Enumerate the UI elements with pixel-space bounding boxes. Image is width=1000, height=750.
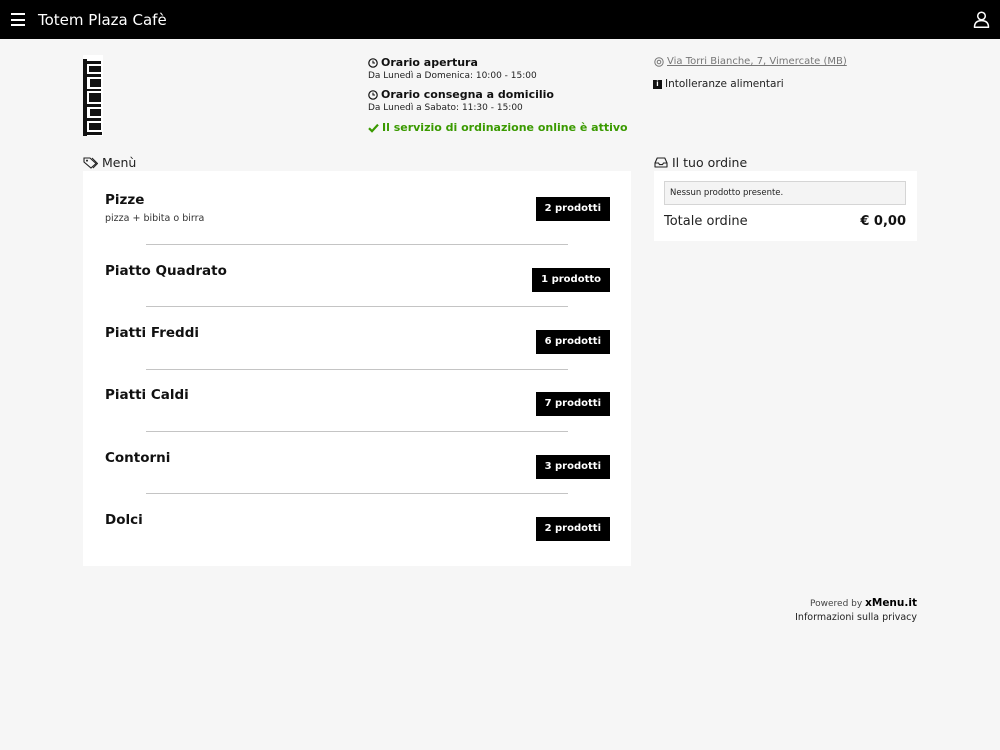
address: Via Torri Bianche, 7, Vimercate (MB) bbox=[654, 56, 847, 67]
powered-by: Powered by xMenu.it bbox=[810, 597, 917, 609]
opening-hours-text: Da Lunedì a Domenica: 10:00 - 15:00 bbox=[368, 71, 537, 81]
user-icon[interactable] bbox=[973, 11, 990, 28]
checkmark-icon bbox=[368, 123, 379, 133]
info-icon: i bbox=[653, 79, 662, 89]
divider bbox=[146, 431, 568, 432]
allergens-label: Intolleranze alimentari bbox=[665, 78, 784, 90]
online-status-text: Il servizio di ordinazione online è atti… bbox=[382, 121, 628, 134]
divider bbox=[146, 493, 568, 494]
menu-category-piatti-freddi[interactable]: Piatti Freddi 6 prodotti bbox=[105, 325, 610, 365]
order-heading-label: Il tuo ordine bbox=[672, 155, 748, 170]
app-title: Totem Plaza Cafè bbox=[38, 11, 167, 29]
order-total-value: € 0,00 bbox=[860, 214, 906, 229]
product-count-badge[interactable]: 1 prodotto bbox=[532, 268, 610, 292]
menu-category-piatti-caldi[interactable]: Piatti Caldi 7 prodotti bbox=[105, 387, 610, 427]
empty-order-message: Nessun prodotto presente. bbox=[664, 181, 906, 205]
category-name: Piatto Quadrato bbox=[105, 263, 227, 279]
menu-category-dolci[interactable]: Dolci 2 prodotti bbox=[105, 512, 610, 552]
category-name: Contorni bbox=[105, 450, 171, 466]
tag-icon bbox=[83, 156, 98, 169]
category-description: pizza + bibita o birra bbox=[105, 213, 205, 224]
delivery-hours-text: Da Lunedì a Sabato: 11:30 - 15:00 bbox=[368, 103, 523, 113]
menu-category-contorni[interactable]: Contorni 3 prodotti bbox=[105, 450, 610, 490]
divider bbox=[146, 306, 568, 307]
category-name: Dolci bbox=[105, 512, 143, 528]
product-count-badge[interactable]: 2 prodotti bbox=[535, 517, 610, 541]
opening-hours-label: Orario apertura bbox=[381, 56, 478, 69]
clock-icon bbox=[368, 57, 378, 68]
divider bbox=[146, 244, 568, 245]
menu-panel: Pizze pizza + bibita o birra 2 prodotti … bbox=[83, 171, 631, 566]
order-total-label: Totale ordine bbox=[664, 214, 748, 229]
clock-icon bbox=[368, 89, 378, 100]
product-count-badge[interactable]: 3 prodotti bbox=[535, 455, 610, 479]
location-icon bbox=[654, 56, 664, 67]
inbox-icon bbox=[654, 157, 668, 168]
powered-by-label: Powered by bbox=[810, 599, 863, 609]
online-status: Il servizio di ordinazione online è atti… bbox=[368, 121, 628, 134]
product-count-badge[interactable]: 2 prodotti bbox=[535, 197, 610, 221]
menu-category-piatto-quadrato[interactable]: Piatto Quadrato 1 prodotto bbox=[105, 263, 610, 303]
menu-category-pizze[interactable]: Pizze pizza + bibita o birra 2 prodotti bbox=[105, 192, 610, 232]
opening-hours-title: Orario apertura bbox=[368, 56, 478, 69]
top-bar: Totem Plaza Cafè bbox=[0, 0, 1000, 39]
delivery-hours-label: Orario consegna a domicilio bbox=[381, 88, 554, 101]
product-count-badge[interactable]: 7 prodotti bbox=[535, 392, 610, 416]
order-heading: Il tuo ordine bbox=[654, 155, 747, 170]
address-link[interactable]: Via Torri Bianche, 7, Vimercate (MB) bbox=[667, 56, 847, 67]
powered-by-brand[interactable]: xMenu.it bbox=[865, 597, 917, 609]
order-panel: Nessun prodotto presente. Totale ordine … bbox=[654, 171, 917, 241]
category-name: Pizze bbox=[105, 192, 145, 208]
privacy-link[interactable]: Informazioni sulla privacy bbox=[795, 612, 917, 623]
menu-heading-label: Menù bbox=[102, 155, 137, 170]
category-name: Piatti Freddi bbox=[105, 325, 199, 341]
divider bbox=[146, 369, 568, 370]
delivery-hours-title: Orario consegna a domicilio bbox=[368, 88, 554, 101]
restaurant-logo bbox=[83, 55, 103, 136]
product-count-badge[interactable]: 6 prodotti bbox=[535, 330, 610, 354]
allergens-link[interactable]: i Intolleranze alimentari bbox=[653, 78, 784, 90]
category-name: Piatti Caldi bbox=[105, 387, 189, 403]
hamburger-icon[interactable] bbox=[11, 13, 25, 26]
menu-heading: Menù bbox=[83, 155, 136, 170]
